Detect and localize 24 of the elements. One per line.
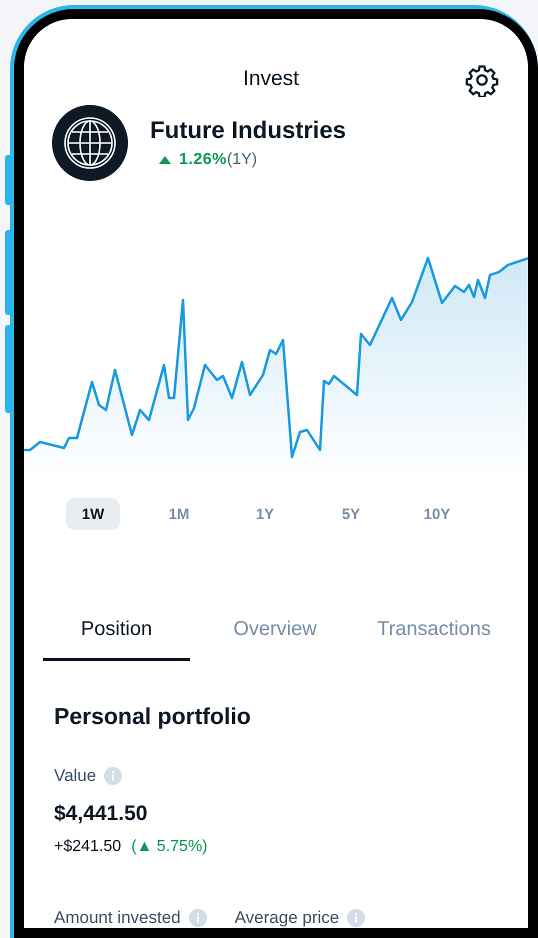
time-range-button[interactable]: 1W bbox=[66, 498, 120, 530]
info-icon[interactable] bbox=[347, 909, 366, 927]
settings-icon[interactable] bbox=[465, 63, 499, 97]
info-icon[interactable] bbox=[104, 767, 122, 785]
section-heading: Personal portfolio bbox=[54, 703, 252, 730]
asset-name: Future Industries bbox=[150, 117, 346, 145]
field-label: Amount invested bbox=[54, 908, 181, 928]
screen-title: Invest bbox=[242, 67, 300, 91]
globe-logo-icon bbox=[52, 105, 128, 181]
section-tab[interactable]: Overview bbox=[190, 613, 360, 661]
field-label: Average price bbox=[234, 908, 340, 928]
change-period: (1Y) bbox=[226, 151, 258, 169]
change-percent: 1.26% bbox=[179, 151, 227, 169]
section-tab[interactable]: Position bbox=[43, 613, 190, 661]
time-range-button[interactable]: 5Y bbox=[324, 498, 378, 530]
info-icon[interactable] bbox=[188, 909, 207, 927]
change-percent: (▲ 5.75%) bbox=[131, 838, 208, 856]
time-range-button[interactable]: 1M bbox=[152, 498, 206, 530]
section-tab[interactable]: Transactions bbox=[360, 613, 508, 661]
time-range-button[interactable]: 1Y bbox=[238, 498, 292, 530]
portfolio-value: $4,441.50 bbox=[54, 802, 148, 826]
time-range-button[interactable]: 10Y bbox=[410, 498, 464, 530]
field-label: Value bbox=[54, 766, 96, 786]
change-amount: +$241.50 bbox=[54, 838, 122, 856]
